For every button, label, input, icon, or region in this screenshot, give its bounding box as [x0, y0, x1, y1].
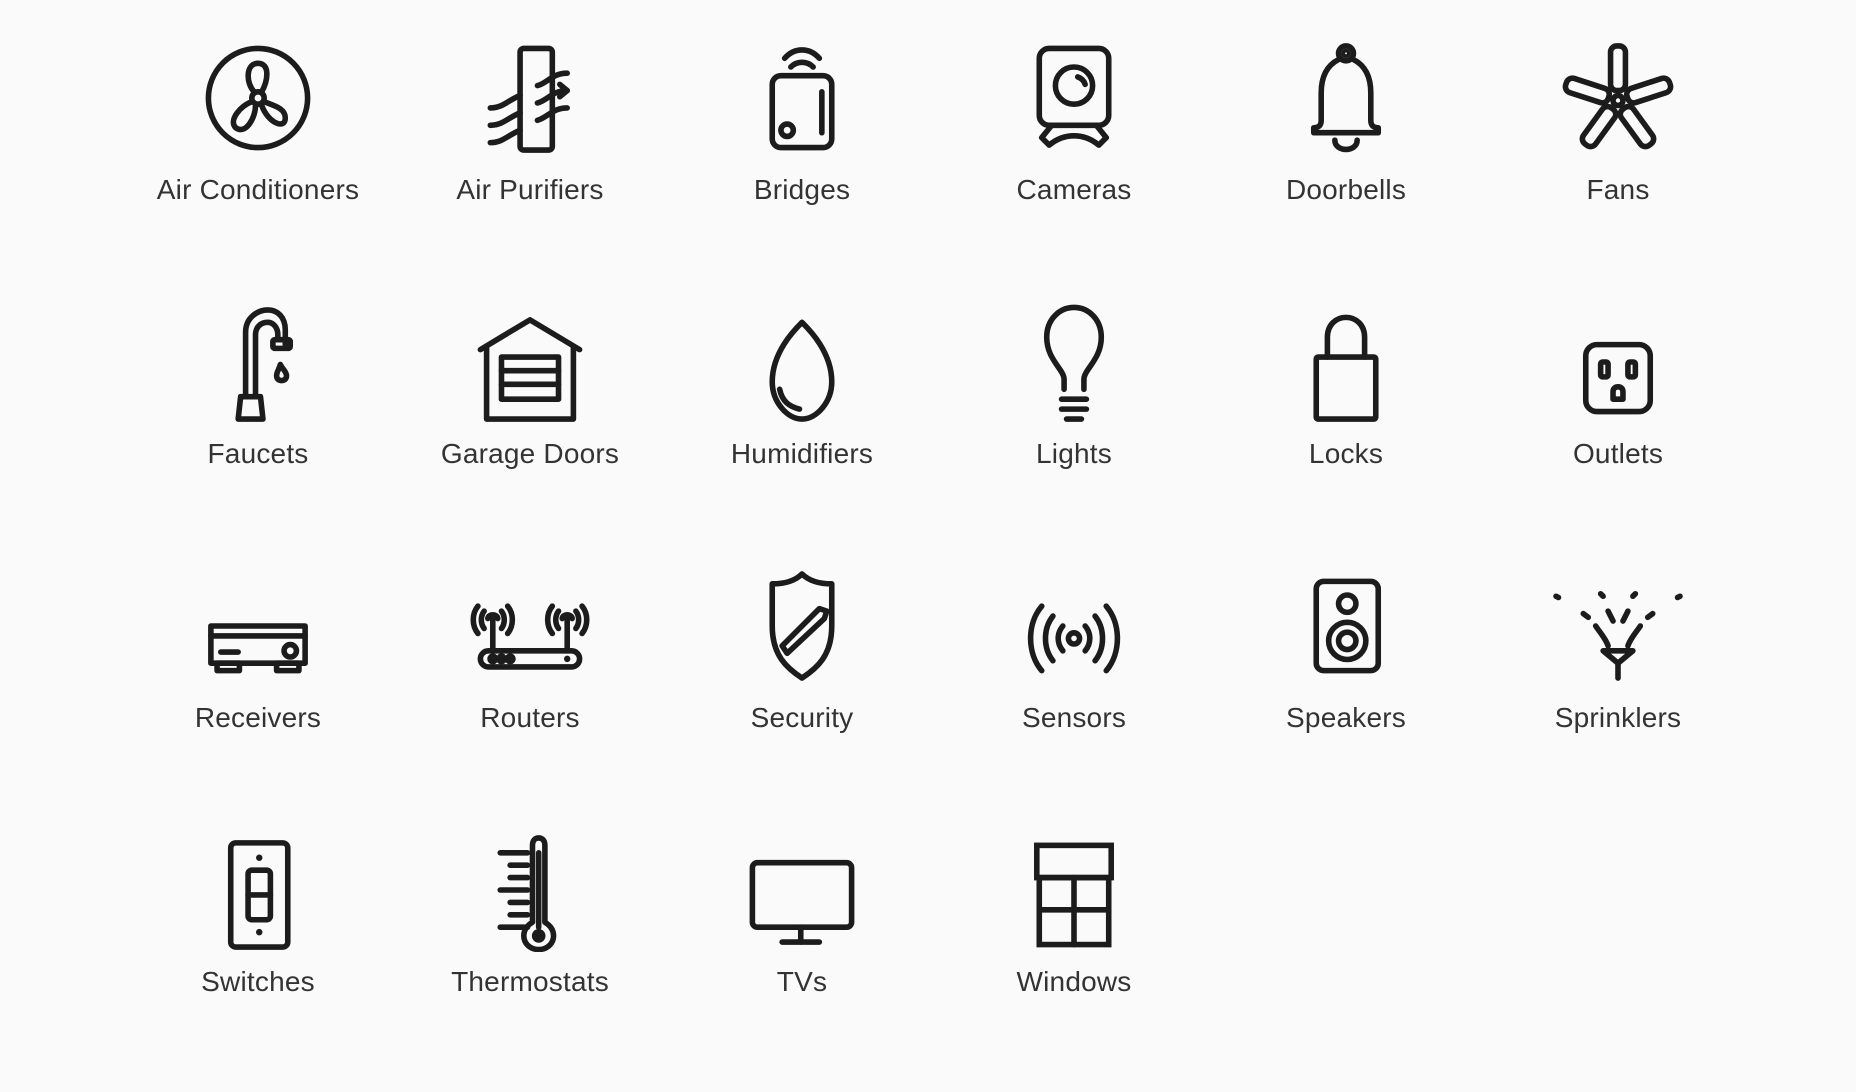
camera-icon — [1012, 36, 1136, 160]
category-routers[interactable]: Routers — [394, 564, 666, 828]
light-switch-icon — [196, 828, 320, 952]
category-label: Bridges — [753, 174, 851, 205]
category-garage-doors[interactable]: Garage Doors — [394, 300, 666, 564]
category-label: Faucets — [207, 438, 309, 469]
category-label: Thermostats — [451, 966, 609, 997]
router-icon — [468, 564, 592, 688]
water-drop-icon — [740, 300, 864, 424]
category-thermostats[interactable]: Thermostats — [394, 828, 666, 1092]
category-label: Security — [750, 702, 854, 733]
shield-icon — [740, 564, 864, 688]
category-locks[interactable]: Locks — [1210, 300, 1482, 564]
category-receivers[interactable]: Receivers — [122, 564, 394, 828]
sensor-icon — [1012, 564, 1136, 688]
air-conditioner-fan-icon — [196, 36, 320, 160]
category-label: Sensors — [1021, 702, 1127, 733]
category-switches[interactable]: Switches — [122, 828, 394, 1092]
category-outlets[interactable]: Outlets — [1482, 300, 1754, 564]
category-windows[interactable]: Windows — [938, 828, 1210, 1092]
ceiling-fan-icon — [1556, 36, 1680, 160]
category-label: Cameras — [1016, 174, 1132, 205]
category-sprinklers[interactable]: Sprinklers — [1482, 564, 1754, 828]
bridge-hub-icon — [740, 36, 864, 160]
category-label: Air Conditioners — [156, 174, 360, 205]
tv-icon — [740, 828, 864, 952]
category-sensors[interactable]: Sensors — [938, 564, 1210, 828]
category-label: Speakers — [1286, 702, 1406, 733]
sprinkler-icon — [1553, 564, 1683, 688]
device-category-grid: Air Conditioners Air Purifiers Bridges C… — [122, 36, 1754, 1092]
category-label: Locks — [1308, 438, 1384, 469]
category-bridges[interactable]: Bridges — [666, 36, 938, 300]
category-cameras[interactable]: Cameras — [938, 36, 1210, 300]
faucet-icon — [196, 300, 320, 424]
garage-door-icon — [468, 300, 592, 424]
category-label: Switches — [201, 966, 315, 997]
category-label: Air Purifiers — [456, 174, 604, 205]
category-fans[interactable]: Fans — [1482, 36, 1754, 300]
category-label: Receivers — [194, 702, 322, 733]
category-label: Outlets — [1572, 438, 1664, 469]
receiver-icon — [196, 564, 320, 688]
window-icon — [1012, 828, 1136, 952]
category-label: Sprinklers — [1554, 702, 1682, 733]
category-tvs[interactable]: TVs — [666, 828, 938, 1092]
speaker-icon — [1284, 564, 1408, 688]
category-doorbells[interactable]: Doorbells — [1210, 36, 1482, 300]
doorbell-icon — [1284, 36, 1408, 160]
category-label: Fans — [1586, 174, 1650, 205]
category-label: Garage Doors — [440, 438, 620, 469]
category-label: Lights — [1036, 438, 1112, 469]
air-purifier-icon — [468, 36, 592, 160]
category-label: TVs — [776, 966, 828, 997]
category-lights[interactable]: Lights — [938, 300, 1210, 564]
thermometer-icon — [468, 828, 592, 952]
category-label: Doorbells — [1285, 174, 1407, 205]
outlet-icon — [1556, 300, 1680, 424]
category-label: Humidifiers — [730, 438, 874, 469]
category-humidifiers[interactable]: Humidifiers — [666, 300, 938, 564]
category-label: Windows — [1016, 966, 1132, 997]
padlock-icon — [1284, 300, 1408, 424]
light-bulb-icon — [1012, 300, 1136, 424]
category-faucets[interactable]: Faucets — [122, 300, 394, 564]
category-air-conditioners[interactable]: Air Conditioners — [122, 36, 394, 300]
category-speakers[interactable]: Speakers — [1210, 564, 1482, 828]
category-label: Routers — [480, 702, 580, 733]
category-air-purifiers[interactable]: Air Purifiers — [394, 36, 666, 300]
category-security[interactable]: Security — [666, 564, 938, 828]
